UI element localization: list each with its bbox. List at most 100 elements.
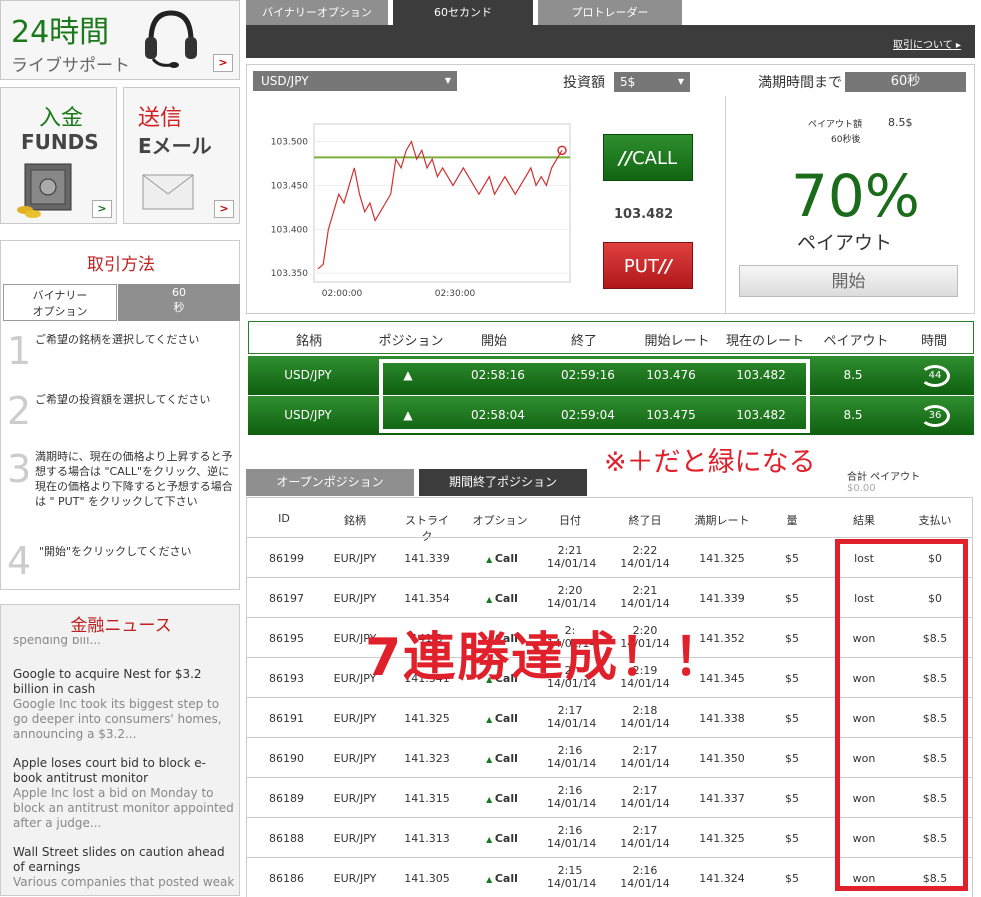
history-end-date: 2:22 14/01/14 bbox=[617, 544, 673, 570]
col-header: 日付 bbox=[559, 514, 581, 527]
email-en: Eメール bbox=[138, 134, 212, 158]
history-end-date: 2:17 14/01/14 bbox=[617, 824, 673, 850]
put-button[interactable]: PUT// bbox=[603, 242, 693, 289]
y-tick-label: 103.450 bbox=[271, 181, 308, 191]
col-header: 終了 bbox=[570, 334, 597, 349]
email-arrow-button[interactable]: > bbox=[214, 200, 234, 218]
howto-tab-60s[interactable]: 60 秒 bbox=[118, 284, 240, 321]
funds-box[interactable]: 入金 FUNDS > bbox=[0, 87, 117, 224]
option-text: Call bbox=[494, 832, 518, 845]
history-amt: $5 bbox=[785, 752, 799, 765]
howto-title: 取引方法 bbox=[87, 255, 155, 275]
history-asset: EUR/JPY bbox=[333, 792, 377, 805]
date-text: 14/01/14 bbox=[620, 557, 670, 570]
history-option: ▲ Call bbox=[472, 832, 532, 845]
support-arrow-button[interactable]: > bbox=[213, 54, 233, 72]
history-strike: 141.315 bbox=[404, 792, 450, 805]
position-payout: 8.5 bbox=[843, 408, 863, 422]
y-tick-label: 103.400 bbox=[271, 225, 308, 235]
about-trading-link[interactable]: 取引について ▸ bbox=[893, 36, 961, 51]
support-box[interactable]: 24時間 ライブサポート > bbox=[0, 0, 240, 80]
howto-step-num: 4 bbox=[7, 539, 32, 583]
payout-amount-label: ペイアウト額 bbox=[808, 120, 863, 130]
call-button[interactable]: //CALL bbox=[603, 134, 693, 181]
time-text: 2:15 bbox=[557, 864, 583, 877]
option-text: Call bbox=[494, 552, 518, 565]
option-text: Call bbox=[494, 792, 518, 805]
time-text: 2:21 bbox=[557, 544, 583, 557]
call-button-label: CALL bbox=[632, 148, 678, 169]
howto-tab-binary[interactable]: バイナリー オプション bbox=[3, 284, 117, 321]
history-option: ▲ Call bbox=[472, 752, 532, 765]
positions-header: 銘柄 ポジション 開始 終了 開始レート 現在のレート ペイアウト 時間 bbox=[248, 321, 974, 354]
history-id: 86190 bbox=[269, 752, 304, 765]
call-up-icon: ▲ bbox=[486, 795, 495, 804]
col-header: 開始レート bbox=[644, 334, 710, 349]
news-headline[interactable]: Apple loses court bid to block e-book an… bbox=[13, 756, 235, 786]
call-arrow-icon: // bbox=[618, 148, 633, 169]
tab-expired-positions[interactable]: 期間終了ポジション bbox=[419, 469, 587, 496]
date-text: 14/01/14 bbox=[547, 877, 597, 890]
col-header: 開始 bbox=[480, 334, 507, 349]
howto-step-text: ご希望の銘柄を選択してください bbox=[35, 333, 200, 346]
history-asset: EUR/JPY bbox=[333, 552, 377, 565]
asset-select[interactable]: USD/JPY ▼ bbox=[253, 71, 457, 91]
history-option: ▲ Call bbox=[472, 592, 532, 605]
tab-pro-trader[interactable]: プロトレーダー bbox=[538, 0, 682, 25]
date-text: 14/01/14 bbox=[620, 597, 670, 610]
date-text: 14/01/14 bbox=[620, 757, 670, 770]
history-header: ID 銘柄 ストライク オプション 日付 終了日 満期レート 量 結果 支払い bbox=[246, 497, 973, 543]
col-header: オプション bbox=[472, 514, 528, 527]
date-text: 14/01/14 bbox=[547, 597, 597, 610]
history-id: 86193 bbox=[269, 672, 304, 685]
email-box[interactable]: 送信 Eメール > bbox=[123, 87, 240, 224]
payout-percent: 70% bbox=[791, 162, 920, 230]
history-id: 86199 bbox=[269, 552, 304, 565]
date-text: 14/01/14 bbox=[547, 557, 597, 570]
history-date: 2:16 14/01/14 bbox=[547, 744, 597, 770]
history-amt: $5 bbox=[785, 712, 799, 725]
history-amt: $5 bbox=[785, 632, 799, 645]
history-asset: EUR/JPY bbox=[333, 752, 377, 765]
tab-binary-option[interactable]: バイナリーオプション bbox=[246, 0, 388, 25]
safe-icon bbox=[17, 163, 72, 218]
annotation-note: ※＋だと緑になる bbox=[604, 447, 816, 478]
funds-arrow-button[interactable]: > bbox=[92, 200, 112, 218]
history-id: 86188 bbox=[269, 832, 304, 845]
history-end-date: 2:21 14/01/14 bbox=[617, 584, 673, 610]
history-end-date: 2:17 14/01/14 bbox=[617, 744, 673, 770]
tab-bar bbox=[246, 25, 975, 58]
history-amt: $5 bbox=[785, 832, 799, 845]
howto-step-num: 3 bbox=[7, 447, 32, 491]
history-option: ▲ Call bbox=[472, 872, 532, 885]
put-button-label: PUT bbox=[623, 256, 659, 277]
highlight-box bbox=[379, 359, 810, 433]
tab-open-positions[interactable]: オープンポジション bbox=[246, 469, 414, 496]
howto-step-num: 2 bbox=[7, 389, 32, 433]
col-header: 支払い bbox=[918, 514, 952, 527]
time-text: 2:17 bbox=[632, 784, 658, 797]
howto-panel: 取引方法 バイナリー オプション 60 秒 1 ご希望の銘柄を選択してください … bbox=[0, 240, 240, 590]
time-text: 2:21 bbox=[632, 584, 658, 597]
history-date: 2:17 14/01/14 bbox=[547, 704, 596, 730]
history-rate: 141.350 bbox=[699, 752, 745, 765]
start-button[interactable]: 開始 bbox=[739, 265, 958, 297]
call-up-icon: ▲ bbox=[486, 715, 495, 724]
news-headline[interactable]: Wall Street slides on caution ahead of e… bbox=[13, 845, 235, 875]
tab-60-seconds[interactable]: 60セカンド bbox=[393, 0, 533, 25]
date-text: 14/01/14 bbox=[620, 717, 670, 730]
history-option: ▲ Call bbox=[472, 552, 532, 565]
chart-plot-area bbox=[313, 123, 571, 283]
x-tick-label: 02:00:00 bbox=[322, 289, 363, 299]
history-id: 86197 bbox=[269, 592, 304, 605]
news-headline[interactable]: Google to acquire Nest for $3.2 billion … bbox=[13, 667, 235, 697]
date-text: 14/01/14 bbox=[547, 837, 597, 850]
asset-select-value: USD/JPY bbox=[261, 74, 309, 88]
option-text: Call bbox=[494, 712, 518, 725]
history-strike: 141.313 bbox=[404, 832, 450, 845]
amount-select[interactable]: 5$ ▼ bbox=[614, 72, 690, 92]
history-rate: 141.325 bbox=[699, 832, 745, 845]
history-rate: 141.337 bbox=[699, 792, 745, 805]
history-end-date: 2:17 14/01/14 bbox=[617, 784, 673, 810]
date-text: 14/01/14 bbox=[547, 757, 597, 770]
